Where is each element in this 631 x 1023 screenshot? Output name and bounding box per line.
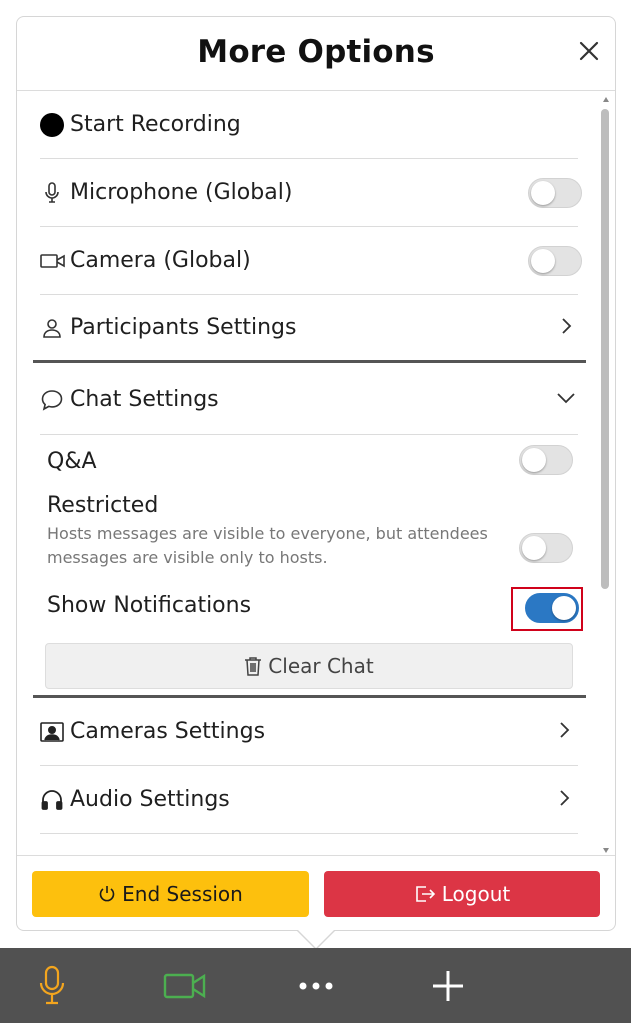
qa-toggle[interactable] [519, 445, 573, 475]
highlight-box [511, 587, 583, 631]
camera-global-item: Camera (Global) [40, 227, 582, 295]
end-session-label: End Session [122, 882, 243, 906]
qa-option: Q&A [47, 445, 573, 485]
video-camera-icon [40, 248, 66, 274]
show-notifications-option: Show Notifications [47, 591, 579, 631]
scroll-down-icon[interactable] [603, 848, 609, 853]
clear-chat-button[interactable]: Clear Chat [45, 643, 573, 689]
start-recording-item[interactable]: Start Recording [40, 91, 578, 159]
show-notifications-label: Show Notifications [47, 593, 252, 618]
qa-label: Q&A [47, 449, 97, 474]
panel-header: More Options [17, 17, 615, 91]
audio-settings-item[interactable]: Audio Settings [40, 766, 578, 834]
clear-chat-label: Clear Chat [268, 654, 374, 678]
restricted-label: Restricted [47, 493, 159, 518]
chevron-right-icon [556, 316, 576, 340]
panel-title: More Options [197, 34, 435, 70]
chevron-right-icon [554, 720, 574, 744]
cameras-settings-label: Cameras Settings [70, 719, 266, 744]
scrollbar[interactable] [601, 97, 611, 853]
microphone-global-label: Microphone (Global) [70, 180, 293, 205]
more-options-panel: More Options Start Recording Microphone … [16, 16, 616, 931]
camera-global-toggle[interactable] [528, 245, 582, 276]
panel-footer: End Session Logout [17, 855, 615, 930]
end-session-button[interactable]: End Session [32, 871, 309, 917]
headphones-icon [40, 787, 66, 813]
scroll-up-icon[interactable] [603, 97, 609, 102]
camera-global-label: Camera (Global) [70, 248, 251, 273]
chat-settings-item[interactable]: Chat Settings [40, 365, 578, 435]
microphone-icon [40, 180, 66, 206]
start-recording-label: Start Recording [70, 112, 241, 137]
trash-icon [245, 657, 262, 676]
restricted-toggle[interactable] [519, 533, 573, 563]
camera-portrait-icon [40, 719, 66, 745]
microphone-icon[interactable] [27, 964, 77, 1008]
cameras-settings-item[interactable]: Cameras Settings [40, 698, 578, 766]
microphone-global-item: Microphone (Global) [40, 159, 582, 227]
chat-settings-label: Chat Settings [70, 387, 219, 412]
participants-settings-item[interactable]: Participants Settings [33, 295, 586, 363]
microphone-global-toggle[interactable] [528, 177, 582, 208]
chat-bubble-icon [40, 387, 66, 413]
video-camera-icon[interactable] [160, 964, 210, 1008]
more-dots-icon[interactable] [291, 964, 341, 1008]
scrollbar-thumb[interactable] [601, 109, 609, 589]
bottom-toolbar [0, 948, 631, 1023]
chevron-right-icon [554, 788, 574, 812]
participants-settings-label: Participants Settings [70, 315, 297, 340]
audio-settings-label: Audio Settings [70, 787, 230, 812]
record-icon [40, 112, 66, 138]
restricted-description: Hosts messages are visible to everyone, … [47, 524, 488, 567]
logout-button[interactable]: Logout [324, 871, 600, 917]
chevron-down-icon [556, 388, 576, 412]
popover-arrow [298, 930, 334, 948]
restricted-option: Restricted Hosts messages are visible to… [47, 493, 573, 583]
logout-icon [415, 886, 435, 902]
person-icon [40, 315, 66, 341]
power-icon [99, 886, 115, 902]
close-icon[interactable] [577, 39, 601, 63]
plus-icon[interactable] [423, 964, 473, 1008]
options-list: Start Recording Microphone (Global) Came… [17, 91, 615, 855]
logout-label: Logout [441, 882, 511, 906]
